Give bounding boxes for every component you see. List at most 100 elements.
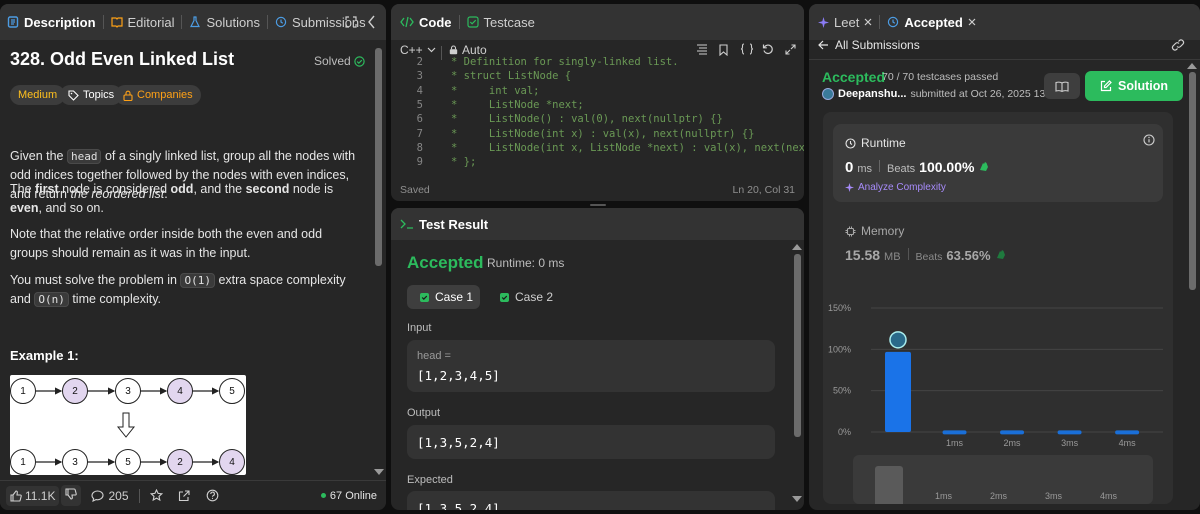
hands-clap-icon — [978, 161, 989, 172]
test-result-scrollbar[interactable] — [794, 254, 801, 437]
comment-icon — [91, 489, 105, 502]
info-icon[interactable] — [1143, 134, 1155, 146]
braces-icon[interactable] — [740, 43, 754, 55]
maximize-icon[interactable] — [785, 44, 796, 55]
tab-editorial[interactable]: Editorial — [104, 15, 182, 30]
companies-chip[interactable]: Companies — [115, 85, 201, 105]
runtime-distribution-chart[interactable]: 150% 100% 50% 0% 1ms 2ms 3ms 4ms — [823, 298, 1173, 448]
scroll-up-arrow[interactable] — [792, 244, 802, 250]
expected-box: [1,3,5,2,4] — [407, 491, 775, 510]
dislike-button[interactable] — [61, 485, 82, 506]
star-icon[interactable] — [149, 489, 163, 502]
avatar[interactable] — [822, 88, 834, 100]
input-label: Input — [407, 322, 432, 334]
y-tick-label: 100% — [828, 344, 851, 354]
stats-card: Runtime 0 ms Beats 100.00% Analyze Compl… — [823, 112, 1173, 504]
tab-testcase[interactable]: Testcase — [460, 15, 542, 30]
distribution-bar[interactable] — [1115, 430, 1140, 435]
scroll-down-arrow[interactable] — [374, 469, 384, 475]
submission-scrollbar[interactable] — [1189, 72, 1196, 290]
chevron-down-icon — [427, 47, 436, 53]
code-editor[interactable]: 2 * Definition for singly-linked list. 3 * … — [391, 56, 804, 174]
thumbs-up-icon — [10, 489, 22, 502]
case-2-button[interactable]: Case 2 — [487, 285, 560, 309]
expand-icon[interactable] — [345, 16, 357, 28]
code-line[interactable]: 6 * ListNode() : val(0), next(nullptr) {} — [391, 113, 804, 127]
mini-chart[interactable]: 1ms 2ms 3ms 4ms — [853, 455, 1153, 504]
bookmark-icon[interactable] — [719, 44, 728, 56]
history-icon — [887, 16, 899, 28]
reset-icon[interactable] — [762, 43, 774, 55]
code-line[interactable]: 5 * ListNode *next; — [391, 99, 804, 113]
tab-description[interactable]: Description — [0, 15, 103, 30]
input-variable: head = — [417, 350, 451, 362]
description-scrollbar[interactable] — [375, 48, 382, 266]
case-label: Case 1 — [435, 290, 474, 304]
memory-label: Memory — [861, 224, 905, 238]
submitter: Deepanshu... submitted at Oct 26, 2025 1… — [822, 88, 1060, 100]
test-status: Accepted — [407, 253, 484, 272]
tab-accepted[interactable]: Accepted — [880, 15, 983, 30]
inline-code: head — [66, 149, 102, 164]
tab-label: Leet — [834, 14, 860, 30]
code-line[interactable]: 7 * ListNode(int x) : val(x), next(nullpt… — [391, 128, 804, 142]
scroll-up-arrow[interactable] — [1187, 63, 1197, 69]
collapse-panel-icon[interactable] — [368, 15, 376, 29]
username[interactable]: Deepanshu... — [838, 88, 906, 100]
likes-count: 11.1K — [25, 488, 56, 503]
auto-mode[interactable]: Auto — [449, 43, 487, 57]
tab-solutions[interactable]: Solutions — [182, 15, 266, 30]
arrow-left-icon — [818, 40, 829, 50]
code-line[interactable]: 3 * struct ListNode { — [391, 70, 804, 84]
solved-indicator: Solved — [314, 54, 365, 68]
line-text: * ListNode(int x) : val(x), next(nullptr… — [451, 127, 755, 140]
runtime-unit: ms — [857, 163, 873, 175]
close-icon[interactable] — [968, 18, 976, 26]
close-icon[interactable] — [864, 18, 872, 26]
distribution-bar[interactable] — [1000, 430, 1025, 435]
share-icon[interactable] — [178, 489, 190, 502]
comments-button[interactable]: 205 — [91, 489, 129, 503]
chip-icon — [845, 226, 856, 237]
text: The — [10, 182, 36, 196]
help-icon[interactable] — [206, 489, 219, 502]
code-line[interactable]: 2 * Definition for singly-linked list. — [391, 56, 804, 70]
text: node is — [289, 182, 334, 196]
distribution-bar[interactable] — [1057, 430, 1082, 435]
bold-text: second — [245, 182, 290, 196]
list-node: 3 — [62, 449, 88, 475]
mini-chart-thumb[interactable] — [875, 466, 903, 504]
submitted-time: submitted at Oct 26, 2025 13:54 — [910, 88, 1060, 100]
auto-label: Auto — [462, 43, 487, 57]
code-line[interactable]: 9 * }; — [391, 156, 804, 170]
scroll-down-arrow[interactable] — [792, 496, 802, 502]
tab-code[interactable]: Code — [391, 15, 459, 30]
inline-code: O(n) — [34, 292, 69, 307]
resize-handle[interactable] — [590, 204, 606, 206]
list-node: 2 — [62, 378, 88, 404]
code-line[interactable]: 4 * int val; — [391, 85, 804, 99]
tab-test-result[interactable]: Test Result — [391, 217, 495, 232]
memory-section[interactable]: Memory 15.58 MB Beats 63.56% — [833, 212, 1163, 272]
link-icon[interactable] — [1171, 39, 1185, 51]
y-tick-label: 50% — [833, 386, 851, 396]
solution-button[interactable]: Solution — [1085, 71, 1183, 101]
like-button[interactable]: 11.1K — [6, 485, 60, 506]
line-number: 7 — [416, 127, 423, 140]
case-label: Case 2 — [515, 290, 554, 304]
code-line[interactable]: 8 * ListNode(int x, ListNode *next) : val… — [391, 142, 804, 156]
line-number: 9 — [416, 156, 423, 169]
distribution-bar[interactable] — [885, 351, 911, 432]
analyze-complexity-link[interactable]: Analyze Complexity — [845, 182, 946, 193]
distribution-bar[interactable] — [942, 430, 967, 435]
format-icon[interactable] — [696, 44, 708, 55]
tab-leet[interactable]: Leet — [809, 15, 879, 30]
runtime-card[interactable]: Runtime 0 ms Beats 100.00% Analyze Compl… — [833, 124, 1163, 202]
online-indicator: 67 Online — [320, 490, 377, 502]
case-1-button[interactable]: Case 1 — [407, 285, 480, 309]
language-select[interactable]: C++ — [400, 43, 436, 57]
line-text: * Definition for singly-linked list. — [451, 56, 679, 68]
notes-button[interactable] — [1044, 73, 1080, 99]
topics-chip[interactable]: Topics — [60, 85, 123, 105]
back-to-submissions[interactable]: All Submissions — [818, 38, 920, 52]
